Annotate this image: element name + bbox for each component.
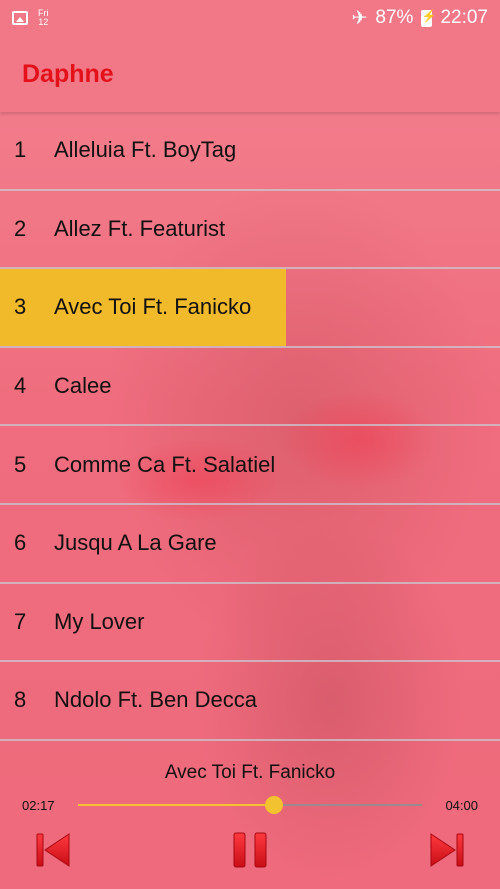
track-number: 2	[14, 215, 27, 241]
track-row[interactable]: 6 Jusqu A La Gare	[0, 505, 500, 584]
track-number: 1	[14, 137, 27, 163]
airplane-icon: ✈	[351, 7, 368, 29]
track-number: 7	[14, 608, 27, 634]
next-icon[interactable]	[430, 832, 464, 868]
current-time: 02:17	[22, 798, 55, 813]
track-row[interactable]: 2 Allez Ft. Featurist	[0, 191, 500, 270]
track-title: My Lover	[54, 608, 145, 634]
status-time: 22:07	[440, 7, 488, 28]
previous-icon[interactable]	[36, 832, 70, 868]
track-title: Allez Ft. Featurist	[54, 215, 226, 241]
status-date: 12	[38, 17, 49, 27]
battery-charging-icon	[421, 9, 436, 27]
app-bar: Daphne	[0, 36, 500, 112]
track-row[interactable]: 7 My Lover	[0, 584, 500, 663]
battery-percent: 87%	[375, 7, 414, 28]
track-number: 3	[14, 294, 27, 320]
track-title: Jusqu A La Gare	[54, 530, 217, 556]
track-title: Calee	[54, 373, 112, 399]
track-title: Alleluia Ft. BoyTag	[54, 137, 237, 163]
track-number: 5	[14, 451, 27, 477]
app-title: Daphne	[22, 59, 114, 88]
track-row[interactable]: 1 Alleluia Ft. BoyTag	[0, 112, 500, 191]
track-row[interactable]: 5 Comme Ca Ft. Salatiel	[0, 426, 500, 505]
now-playing-title: Avec Toi Ft. Fanicko	[164, 762, 336, 783]
gallery-icon	[12, 11, 28, 25]
track-row-active[interactable]: 3 Avec Toi Ft. Fanicko	[0, 269, 500, 348]
track-title: Ndolo Ft. Ben Decca	[54, 687, 257, 713]
date-indicator: Fri 12	[38, 9, 49, 27]
pause-icon[interactable]	[232, 832, 268, 868]
track-number: 4	[14, 373, 27, 399]
track-number: 6	[14, 530, 27, 556]
player-panel: Avec Toi Ft. Fanicko 02:17 04:00	[0, 740, 500, 889]
seek-handle[interactable]	[265, 796, 284, 814]
track-number: 8	[14, 687, 27, 713]
seek-progress	[78, 804, 275, 806]
track-row[interactable]: 4 Calee	[0, 348, 500, 427]
status-bar: Fri 12 ✈ 87% 22:07	[0, 0, 500, 36]
track-list: 1 Alleluia Ft. BoyTag 2 Allez Ft. Featur…	[0, 112, 500, 741]
track-row[interactable]: 8 Ndolo Ft. Ben Decca	[0, 662, 500, 741]
track-title: Avec Toi Ft. Fanicko	[54, 294, 252, 320]
total-time: 04:00	[445, 798, 478, 813]
seek-bar[interactable]	[78, 796, 422, 814]
track-title: Comme Ca Ft. Salatiel	[54, 451, 276, 477]
